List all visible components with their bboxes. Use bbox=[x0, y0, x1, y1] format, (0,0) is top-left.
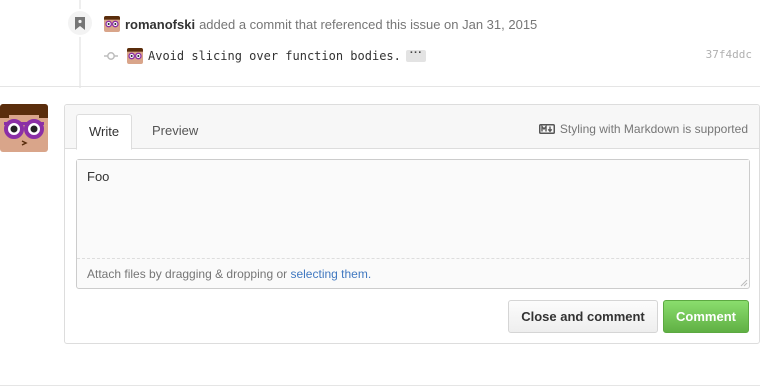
select-files-link[interactable]: selecting them. bbox=[290, 267, 371, 281]
comment-form: Write Preview Styling with Markdown is s… bbox=[64, 104, 760, 344]
markdown-note-text: Styling with Markdown is supported bbox=[559, 122, 748, 136]
comment-button[interactable]: Comment bbox=[663, 300, 749, 333]
current-user-avatar[interactable] bbox=[0, 104, 48, 152]
markdown-help-link[interactable]: Styling with Markdown is supported bbox=[538, 122, 748, 136]
divider bbox=[0, 86, 760, 87]
avatar-icon bbox=[0, 104, 48, 152]
commit-message-link[interactable]: Avoid slicing over function bodies. bbox=[148, 49, 401, 63]
commit-reference-event: romanofski added a commit that reference… bbox=[104, 15, 537, 33]
resize-handle-icon[interactable] bbox=[740, 279, 748, 287]
tab-write[interactable]: Write bbox=[76, 114, 133, 150]
comment-textarea[interactable]: Foo bbox=[77, 160, 749, 259]
event-text: added a commit that referenced this issu… bbox=[199, 16, 538, 32]
commit-expand-button[interactable]: ··· bbox=[405, 48, 427, 62]
bookmark-badge bbox=[66, 9, 94, 37]
comment-tabbar: Write Preview Styling with Markdown is s… bbox=[65, 105, 759, 150]
attach-files-hint: Attach files by dragging & dropping or s… bbox=[87, 267, 371, 281]
commit-sha-link[interactable]: 37f4ddc bbox=[706, 48, 752, 61]
commit-row: Avoid slicing over function bodies. ··· … bbox=[104, 47, 754, 65]
avatar-icon bbox=[104, 16, 120, 32]
attach-text: Attach files by dragging & dropping or bbox=[87, 267, 291, 281]
avatar[interactable] bbox=[104, 16, 120, 32]
markdown-icon bbox=[538, 124, 555, 134]
avatar[interactable] bbox=[127, 48, 143, 64]
event-author-link[interactable]: romanofski bbox=[125, 17, 195, 32]
bookmark-icon bbox=[75, 16, 85, 30]
git-commit-icon bbox=[104, 52, 118, 60]
avatar-icon bbox=[127, 48, 143, 64]
tab-preview[interactable]: Preview bbox=[140, 114, 210, 150]
comment-editor: Foo Attach files by dragging & dropping … bbox=[76, 159, 750, 289]
divider bbox=[0, 385, 760, 386]
close-and-comment-button[interactable]: Close and comment bbox=[508, 300, 658, 333]
